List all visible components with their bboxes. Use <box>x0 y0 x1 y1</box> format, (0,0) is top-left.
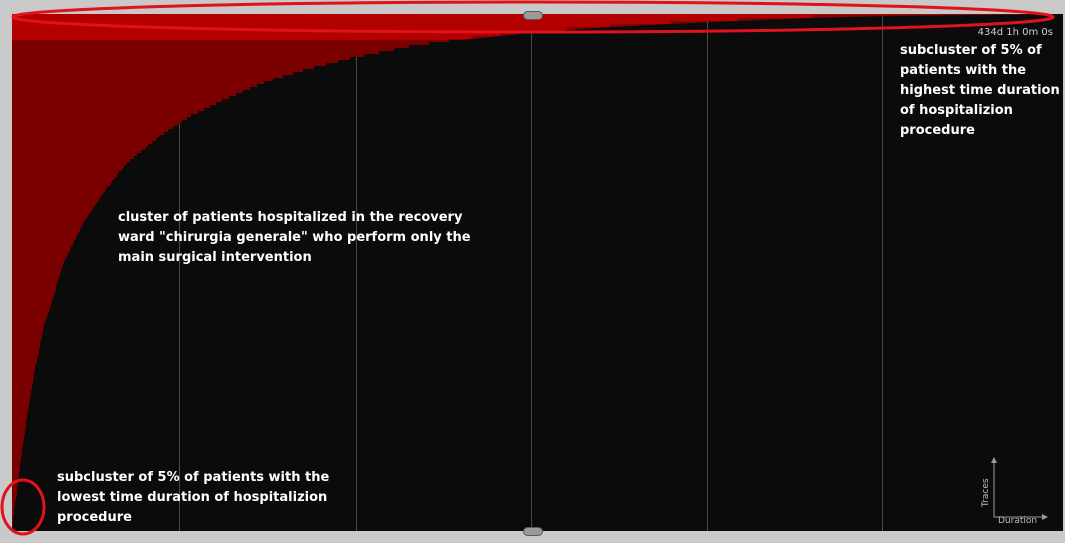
y-axis-arrowhead <box>991 457 997 463</box>
annotation-lowest-subcluster: subcluster of 5% of patients with the lo… <box>57 470 330 525</box>
top-resize-handle[interactable] <box>523 11 543 20</box>
duration-area <box>12 14 942 531</box>
chart-frame: 434d 1h 0m 0s subcluster of 5% of patien… <box>0 0 1065 543</box>
annotation-highest-subcluster: subcluster of 5% of patients with the hi… <box>900 43 1060 138</box>
bottom-resize-handle[interactable] <box>523 527 543 536</box>
axis-indicator: Traces Duration <box>981 457 1048 526</box>
x-axis-arrowhead <box>1042 514 1048 520</box>
x-axis-label: Duration <box>998 516 1037 526</box>
y-axis-label: Traces <box>981 478 991 508</box>
max-duration-label: 434d 1h 0m 0s <box>977 27 1053 38</box>
annotation-main-cluster: cluster of patients hospitalized in the … <box>118 210 471 265</box>
